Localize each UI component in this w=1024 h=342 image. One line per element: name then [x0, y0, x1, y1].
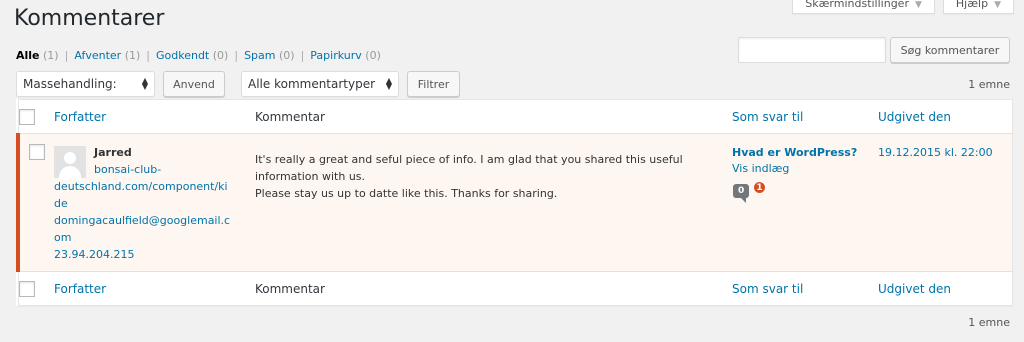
column-date-footer[interactable]: Udgivet den — [878, 271, 1013, 306]
column-response-label[interactable]: Som svar til — [732, 110, 803, 124]
bulk-action-select[interactable]: Massehandling: ▲ ▼ — [16, 71, 155, 97]
column-author-label[interactable]: Forfatter — [54, 282, 106, 296]
author-email-line: om — [54, 231, 72, 244]
column-response-label[interactable]: Som svar til — [732, 282, 803, 296]
help-button[interactable]: Hjælp ▼ — [942, 0, 1014, 14]
filter-separator: | — [234, 49, 239, 62]
chevron-down-icon: ▼ — [994, 0, 1001, 10]
filter-pending[interactable]: Afventer (1) — [74, 49, 140, 62]
filter-button[interactable]: Filtrer — [407, 71, 460, 97]
avatar — [54, 146, 86, 180]
column-comment-label: Kommentar — [255, 281, 325, 296]
author-cell: Jarred bonsai-club- deutschland.com/comp… — [54, 133, 255, 272]
filter-spam-label[interactable]: Spam — [244, 49, 275, 62]
author-ip-link[interactable]: 23.94.204.215 — [54, 246, 251, 263]
post-title-link[interactable]: Hvad er WordPress? — [732, 144, 878, 161]
filter-trash[interactable]: Papirkurv (0) — [310, 49, 381, 62]
select-all-cell-footer — [18, 271, 54, 306]
filter-pending-label[interactable]: Afventer — [74, 49, 121, 62]
filter-approved[interactable]: Godkendt (0) — [156, 49, 228, 62]
comment-status-filters: Alle (1) | Afventer (1) | Godkendt (0) |… — [16, 49, 381, 62]
screen-options-label: Skærmindstillinger — [805, 0, 909, 10]
column-response-footer[interactable]: Som svar til — [732, 271, 878, 306]
chevron-down-icon: ▼ — [914, 0, 922, 10]
filter-approved-count: (0) — [212, 49, 229, 62]
comment-date-link[interactable]: 19.12.2015 kl. 22:00 — [878, 146, 993, 159]
column-date[interactable]: Udgivet den — [878, 99, 1013, 134]
table-row: Jarred bonsai-club- deutschland.com/comp… — [16, 133, 1013, 272]
view-post-link[interactable]: Vis indlæg — [732, 161, 878, 177]
filter-pending-count: (1) — [124, 49, 141, 62]
column-response[interactable]: Som svar til — [732, 99, 878, 134]
filter-trash-count: (0) — [365, 49, 381, 62]
tablenav-bottom: 1 emne — [16, 316, 1010, 329]
screen-meta-links: Skærmindstillinger ▼ Hjælp ▼ — [792, 0, 1014, 14]
select-all-checkbox[interactable] — [18, 108, 35, 125]
filter-all[interactable]: Alle (1) — [16, 49, 59, 62]
tablenav-top: Massehandling: ▲ ▼ Anvend Alle kommentart… — [16, 71, 1010, 97]
select-arrows-icon: ▲ ▼ — [385, 76, 392, 91]
author-name: Jarred — [94, 146, 132, 159]
column-author-label[interactable]: Forfatter — [54, 110, 106, 124]
column-comment-label: Kommentar — [255, 109, 325, 124]
filter-separator: | — [64, 49, 69, 62]
filter-trash-label[interactable]: Papirkurv — [310, 49, 361, 62]
filter-spam-count: (0) — [278, 49, 295, 62]
table-footer-row: Forfatter Kommentar Som svar til Udgivet… — [18, 271, 1013, 306]
filter-all-count: (1) — [43, 49, 59, 62]
comment-count-bubbles: 0 1 — [732, 180, 878, 206]
search-box: Søg kommentarer — [738, 37, 1010, 63]
response-cell: Hvad er WordPress? Vis indlæg 0 1 — [732, 133, 878, 272]
column-author[interactable]: Forfatter — [54, 99, 255, 134]
approved-comments-bubble[interactable]: 0 — [733, 184, 750, 203]
filter-separator: | — [146, 49, 150, 62]
column-date-label[interactable]: Udgivet den — [878, 282, 951, 296]
pending-comments-badge[interactable]: 1 — [752, 180, 767, 195]
item-count-bottom: 1 emne — [968, 316, 1010, 329]
column-comment: Kommentar — [255, 99, 732, 134]
comment-text-cell: It's really a great and seful piece of i… — [255, 133, 732, 272]
search-input[interactable] — [738, 37, 886, 63]
comments-table: Forfatter Kommentar Som svar til Udgivet… — [16, 99, 1013, 306]
author-url-line: de — [54, 197, 68, 210]
bulk-action-value: Massehandling: — [23, 77, 117, 91]
row-checkbox-cell — [16, 133, 54, 272]
column-date-label[interactable]: Udgivet den — [878, 110, 951, 124]
filter-spam[interactable]: Spam (0) — [244, 49, 295, 62]
select-arrows-icon: ▲ ▼ — [141, 76, 148, 91]
select-all-cell — [18, 99, 54, 134]
row-checkbox[interactable] — [29, 144, 45, 160]
help-label: Hjælp — [955, 0, 989, 10]
column-author-footer[interactable]: Forfatter — [54, 271, 255, 306]
author-email-line: domingacaulfield@googlemail.c — [54, 214, 231, 227]
author-email-link[interactable]: domingacaulfield@googlemail.c om — [54, 212, 251, 246]
comment-type-select[interactable]: Alle kommentartyper ▲ ▼ — [241, 71, 399, 97]
filter-approved-label[interactable]: Godkendt — [156, 49, 209, 62]
comment-text-line: It's really a great and seful piece of i… — [255, 153, 683, 166]
column-comment-footer: Kommentar — [255, 271, 732, 306]
filter-separator: | — [300, 49, 305, 62]
table-header-row: Forfatter Kommentar Som svar til Udgivet… — [18, 99, 1013, 134]
comment-text-line: information with us. — [255, 170, 366, 183]
page-title: Kommentarer — [14, 6, 165, 31]
filter-all-label[interactable]: Alle — [16, 49, 40, 62]
screen-options-button[interactable]: Skærmindstillinger ▼ — [792, 0, 935, 14]
author-url-line: deutschland.com/component/ki — [54, 180, 228, 193]
search-comments-button[interactable]: Søg kommentarer — [890, 37, 1010, 63]
select-all-checkbox-footer[interactable] — [18, 280, 35, 297]
comment-type-value: Alle kommentartyper — [248, 77, 376, 91]
date-cell: 19.12.2015 kl. 22:00 — [878, 133, 1013, 272]
item-count: 1 emne — [968, 77, 1010, 91]
comment-text-line: Please stay us up to datte like this. Th… — [255, 187, 558, 200]
apply-button[interactable]: Anvend — [163, 71, 225, 97]
